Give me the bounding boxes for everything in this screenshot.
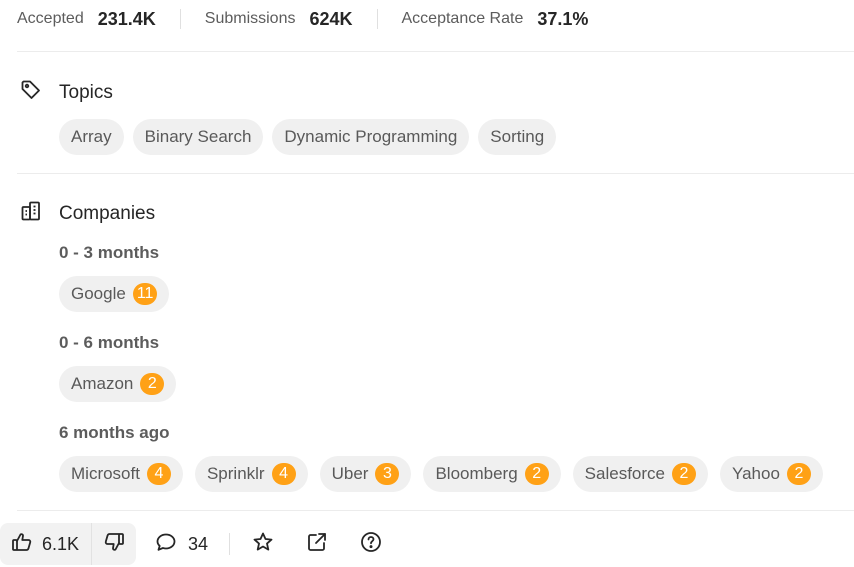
topic-tags: Array Binary Search Dynamic Programming … [59,119,565,155]
period-label: 6 months ago [59,423,170,442]
company-count-badge: 3 [375,463,400,485]
company-name: Salesforce [584,464,665,483]
topic-tag-array[interactable]: Array [59,119,124,155]
favorite-button[interactable] [251,523,275,565]
action-divider [229,533,231,555]
stat-divider [376,9,378,29]
company-chip-uber[interactable]: Uber 3 [319,456,412,492]
company-name: Google [71,284,126,303]
company-name: Microsoft [71,464,140,483]
comment-count: 34 [188,533,209,554]
company-chip-amazon[interactable]: Amazon 2 [59,366,177,402]
company-name: Bloomberg [435,464,518,483]
company-name: Uber [331,464,369,483]
divider [17,510,854,511]
company-chip-google[interactable]: Google 11 [59,276,170,312]
company-count-badge: 2 [140,373,165,395]
stats-bar: Accepted 231.4K Submissions 624K Accepta… [17,7,588,31]
divider [17,173,854,174]
help-icon [359,530,383,559]
help-button[interactable] [359,523,383,565]
acceptance-rate-value: 37.1% [537,8,589,29]
share-icon [305,530,329,559]
star-icon [251,530,275,559]
acceptance-rate-label: Acceptance Rate [401,10,524,27]
tag-icon [19,78,43,107]
divider [17,51,854,52]
companies-title: Companies [59,202,156,224]
comment-icon [154,530,178,559]
company-count-badge: 2 [786,463,811,485]
like-button[interactable]: 6.1K [0,523,93,565]
thumbs-up-icon [10,530,34,559]
company-chip-bloomberg[interactable]: Bloomberg 2 [423,456,561,492]
topics-title: Topics [59,81,113,103]
company-list: Google 11 [59,276,178,312]
submissions-value: 624K [309,8,353,29]
topic-tag-binary-search[interactable]: Binary Search [132,119,264,155]
comments-button[interactable]: 34 [154,523,208,565]
like-count: 6.1K [42,533,80,554]
company-name: Sprinklr [206,464,265,483]
company-name: Yahoo [732,464,780,483]
company-list: Microsoft 4 Sprinklr 4 Uber 3 Bloomberg … [59,456,823,492]
submissions-label: Submissions [204,10,296,27]
vote-group: 6.1K [0,523,137,565]
stat-divider [179,9,181,29]
company-count-badge: 2 [672,463,696,485]
company-chip-yahoo[interactable]: Yahoo 2 [720,456,823,492]
company-name: Amazon [71,374,134,393]
company-count-badge: 4 [271,463,296,485]
share-button[interactable] [305,523,329,565]
company-list: Amazon 2 [59,366,185,402]
topics-header[interactable]: Topics [19,78,113,107]
action-bar: 6.1K 34 [0,523,383,565]
dislike-button[interactable] [92,523,136,565]
company-count-badge: 2 [524,463,549,485]
company-chip-microsoft[interactable]: Microsoft 4 [59,456,183,492]
period-label: 0 - 6 months [59,333,160,352]
company-count-badge: 11 [132,283,158,305]
company-count-badge: 4 [146,463,171,485]
accepted-value: 231.4K [97,8,156,29]
companies-header[interactable]: Companies [19,199,155,228]
company-chip-sprinklr[interactable]: Sprinklr 4 [194,456,308,492]
topic-tag-sorting[interactable]: Sorting [478,119,557,155]
company-chip-salesforce[interactable]: Salesforce 2 [572,456,708,492]
building-icon [19,199,43,228]
period-label: 0 - 3 months [59,243,160,262]
accepted-label: Accepted [17,10,84,27]
topic-tag-dynamic-programming[interactable]: Dynamic Programming [272,119,470,155]
thumbs-down-icon [102,530,126,559]
